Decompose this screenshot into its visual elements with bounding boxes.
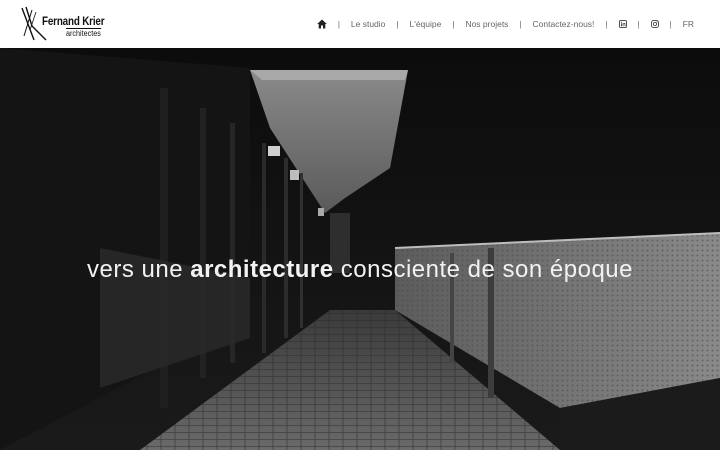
site-header: Fernand Krier architectes | Le studio | … xyxy=(0,0,720,48)
tagline-end: consciente de son époque xyxy=(333,256,633,283)
nav-separator: | xyxy=(519,19,522,29)
language-switcher[interactable]: FR xyxy=(683,19,694,29)
hero-banner: vers une architecture consciente de son … xyxy=(0,48,720,450)
nav-separator: | xyxy=(396,19,399,29)
nav-separator: | xyxy=(605,19,608,29)
nav-separator: | xyxy=(337,19,340,29)
nav-separator: | xyxy=(637,19,640,29)
nav-item-le-studio[interactable]: Le studio xyxy=(351,19,386,29)
nav-separator: | xyxy=(669,19,672,29)
nav-item-contactez-nous[interactable]: Contactez-nous! xyxy=(533,19,595,29)
linkedin-icon[interactable] xyxy=(618,20,627,28)
main-nav: | Le studio | L'équipe | Nos projets | C… xyxy=(317,0,694,48)
nav-item-lequipe[interactable]: L'équipe xyxy=(409,19,441,29)
nav-separator: | xyxy=(452,19,455,29)
nav-item-nos-projets[interactable]: Nos projets xyxy=(465,19,508,29)
tagline-emphasis: architecture xyxy=(190,256,334,283)
hero-background-image xyxy=(0,48,720,450)
tagline-start: vers une xyxy=(87,256,191,283)
home-icon[interactable] xyxy=(317,19,327,29)
hero-tagline: vers une architecture consciente de son … xyxy=(0,256,720,284)
brand-logo[interactable]: Fernand Krier architectes xyxy=(20,6,120,42)
brand-name: Fernand Krier xyxy=(42,14,105,28)
instagram-icon[interactable] xyxy=(650,20,659,28)
brand-subtitle: architectes xyxy=(66,28,101,38)
